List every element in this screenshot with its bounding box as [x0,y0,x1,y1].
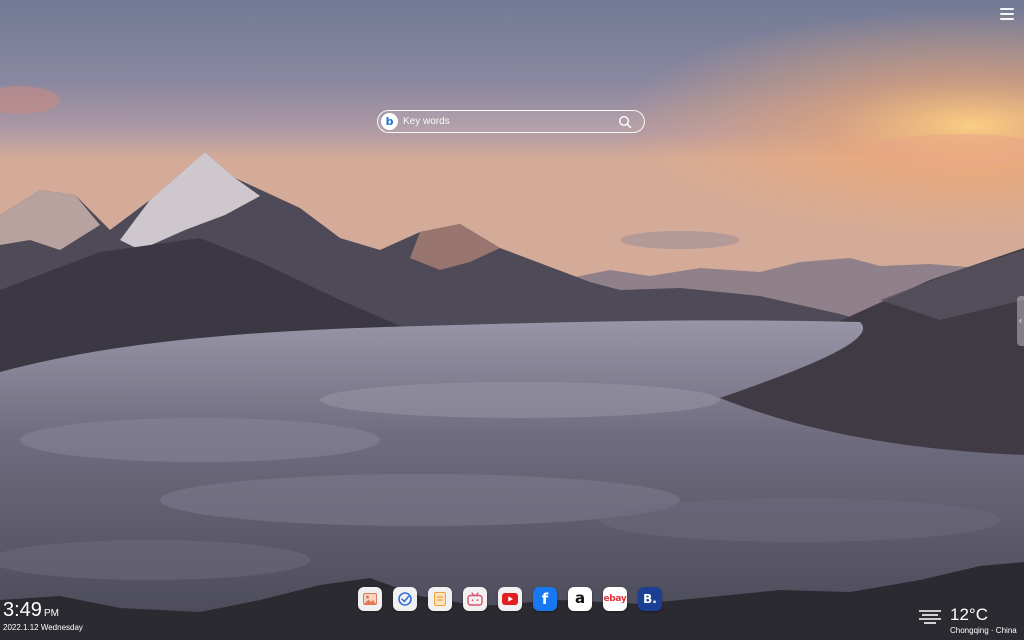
dock-item-notes[interactable] [428,587,452,611]
dock-item-booking[interactable]: B. [638,587,662,611]
clock-widget: 3:49 PM 2022.1.12 Wednesday [3,600,83,632]
clock-ampm: PM [43,608,59,619]
menu-button[interactable] [1000,8,1014,20]
booking-icon: B. [643,592,657,606]
background-wallpaper [0,0,1024,640]
dock-item-youtube[interactable] [498,587,522,611]
dock-item-ebay[interactable]: ebay [603,587,627,611]
new-tab-page: b ‹ 3:49PM 2022.1.12 Wednesday [0,0,1024,640]
chevron-left-icon: ‹ [1019,316,1022,325]
fog-icon [919,610,941,624]
dock-item-facebook[interactable]: f [533,587,557,611]
facebook-icon: f [541,590,549,608]
bing-icon[interactable]: b [381,113,398,130]
search-icon[interactable] [618,115,632,129]
image-icon [363,593,377,605]
checkmark-icon [398,592,412,606]
weather-widget[interactable]: 12°C Chongqing · China [918,606,1017,635]
search-input[interactable] [403,116,618,127]
clock-date: 2022.1.12 Wednesday [3,623,83,632]
ebay-icon: ebay [603,594,627,604]
weather-temperature: 12°C [950,605,988,624]
search-bar[interactable]: b [377,110,645,133]
clock-time: 3:49 [3,599,42,621]
note-icon [434,592,446,606]
side-panel-toggle[interactable]: ‹ [1017,296,1024,346]
hamburger-menu-icon [1000,8,1014,10]
shortcut-dock: f a ebay B. [358,587,662,611]
dock-item-amazon[interactable]: a [568,587,592,611]
amazon-icon: a [574,588,586,607]
youtube-icon [502,593,518,605]
dock-item-bilibili[interactable] [463,587,487,611]
weather-location: Chongqing · China [950,626,1017,635]
dock-item-wallpaper[interactable] [358,587,382,611]
dock-item-speed-dial[interactable] [393,587,417,611]
tv-icon [467,592,483,606]
